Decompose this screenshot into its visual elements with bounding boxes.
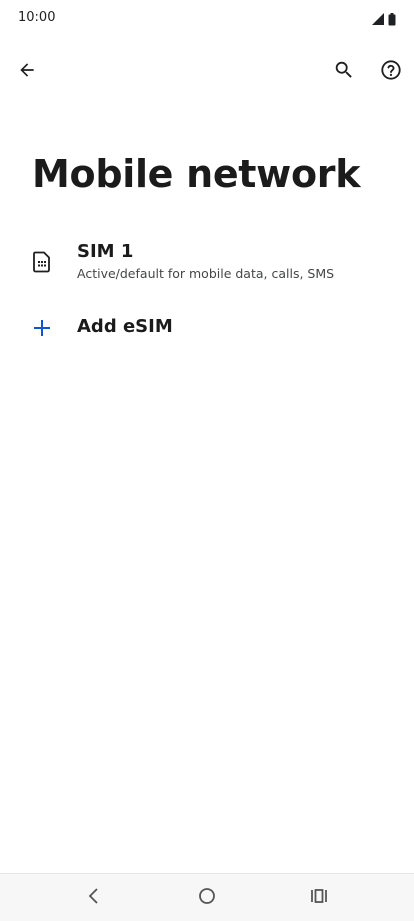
sim-1-subtitle: Active/default for mobile data, calls, S… [77, 266, 335, 281]
page-title: Mobile network [32, 152, 361, 196]
plus-icon [28, 314, 56, 342]
nav-home-button[interactable] [187, 882, 227, 914]
add-esim-label: Add eSIM [77, 316, 173, 337]
help-circle-icon [380, 59, 402, 85]
status-icons [372, 11, 396, 30]
help-button[interactable] [371, 52, 411, 92]
nav-home-icon [198, 887, 216, 909]
toolbar [0, 48, 414, 96]
nav-recents-icon [310, 888, 328, 908]
nav-back-button[interactable] [74, 882, 114, 914]
battery-icon [388, 11, 396, 30]
status-time: 10:00 [18, 10, 56, 25]
nav-back-icon [87, 887, 101, 909]
search-icon [333, 59, 355, 85]
status-bar: 10:00 [0, 0, 414, 36]
nav-recents-button[interactable] [299, 882, 339, 914]
list-item-sim-1[interactable]: SIM 1 Active/default for mobile data, ca… [0, 232, 414, 292]
add-esim-button[interactable]: Add eSIM [0, 302, 414, 354]
signal-icon [372, 11, 385, 30]
search-button[interactable] [324, 52, 364, 92]
sim-card-icon [28, 248, 56, 276]
back-button[interactable] [7, 52, 47, 92]
sim-1-title: SIM 1 [77, 241, 134, 262]
navigation-bar [0, 873, 414, 921]
arrow-left-icon [17, 60, 37, 84]
